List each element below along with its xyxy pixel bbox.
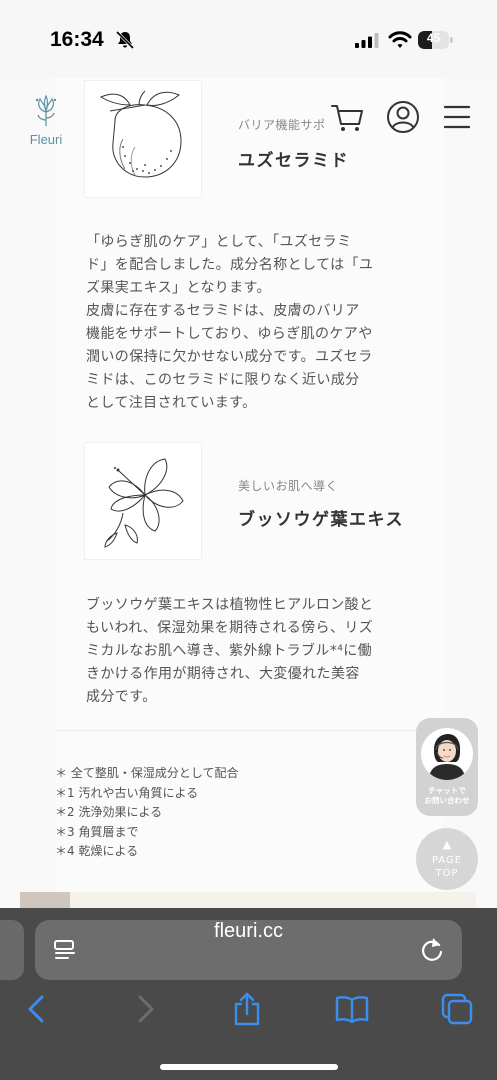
page-top-line2: TOP xyxy=(435,868,459,879)
address-bar[interactable]: fleuri.cc xyxy=(35,920,462,980)
flower-logo-icon xyxy=(35,94,57,126)
text-line: 皮膚に存在するセラミドは、皮膚のバリア xyxy=(86,303,360,319)
ingredient-description: ブッソウゲ葉エキスは植物性ヒアルロン酸と もいわれ、保湿効果を期待される傍ら、リ… xyxy=(86,594,416,709)
divider xyxy=(55,730,442,731)
wifi-icon xyxy=(388,31,412,48)
ingredient-sub: 美しいお肌へ導く xyxy=(238,479,339,493)
menu-icon[interactable] xyxy=(443,104,471,130)
tabs-icon[interactable] xyxy=(440,992,474,1026)
bookmarks-icon[interactable] xyxy=(335,992,369,1026)
logo-text: Fleuri xyxy=(29,132,63,147)
footnote: ＊ 全て整肌・保湿成分として配合 xyxy=(55,766,239,780)
ingredient-sub: バリア機能サポ xyxy=(238,118,326,132)
yuzu-icon xyxy=(99,90,182,178)
cart-icon[interactable] xyxy=(330,102,364,134)
text-line: 成分です。 xyxy=(86,689,157,705)
user-icon[interactable] xyxy=(386,100,420,134)
text-line: ミカルなお肌へ導き、紫外線トラブル*⁴に働 xyxy=(86,643,373,659)
text-line: 機能をサポートしており、ゆらぎ肌のケアや xyxy=(86,326,373,342)
ingredient-title: ブッソウゲ葉エキス xyxy=(238,510,404,530)
banner-strip xyxy=(20,892,476,908)
up-arrow-icon: ▲ xyxy=(442,838,452,851)
chat-label-2: お問い合わせ xyxy=(424,796,470,805)
hibiscus-icon xyxy=(104,458,184,548)
page-top-button[interactable]: ▲ PAGE TOP xyxy=(416,828,478,890)
site-logo[interactable]: Fleuri xyxy=(22,94,70,154)
forward-icon[interactable] xyxy=(128,992,162,1026)
url-text[interactable]: fleuri.cc xyxy=(35,920,462,980)
chat-button[interactable]: チャットで お問い合わせ xyxy=(416,718,478,816)
status-time: 16:34 xyxy=(50,28,104,51)
text-line: ミドは、このセラミドに限りなく近い成分 xyxy=(86,372,360,388)
footnote: ＊4 乾燥による xyxy=(55,844,139,858)
text-line: ブッソウゲ葉エキスは植物性ヒアルロン酸と xyxy=(86,597,374,613)
footnotes: ＊ 全て整肌・保湿成分として配合 ＊1 汚れや古い角質による ＊2 洗浄効果によ… xyxy=(55,764,238,862)
text-line: として注目されています。 xyxy=(86,395,257,411)
yuzu-illustration xyxy=(84,80,202,198)
ingredient-description: 「ゆらぎ肌のケア」として、「ユズセラミ ド」を配合しました。成分名称としては「ユ… xyxy=(86,231,416,415)
footnote: ＊2 洗浄効果による xyxy=(55,805,163,819)
browser-toolbar: fleuri.cc xyxy=(0,908,497,1080)
operator-avatar xyxy=(421,728,473,780)
back-icon[interactable] xyxy=(20,992,54,1026)
ingredient-title: ユズセラミド xyxy=(238,151,349,171)
text-line: 潤いの保持に欠かせない成分です。ユズセラ xyxy=(86,349,373,365)
footnote: ＊1 汚れや古い角質による xyxy=(55,785,199,800)
share-icon[interactable] xyxy=(230,992,264,1026)
page-top-line1: PAGE xyxy=(431,855,463,866)
text-line: 「ゆらぎ肌のケア」として、「ユズセラミ xyxy=(86,234,352,250)
reload-icon[interactable] xyxy=(419,936,445,964)
text-line: ド」を配合しました。成分名称としては「ユ xyxy=(86,257,374,273)
text-line: もいわれ、保湿効果を期待される傍ら、リズ xyxy=(86,620,374,636)
previous-tab-edge[interactable] xyxy=(0,920,24,980)
text-line: きかける作用が期待され、大変優れた美容 xyxy=(86,666,360,682)
web-page: Fleuri バリア機能サポ ユズセラミド 「ゆらぎ肌のケア」として、「ユズセラ… xyxy=(0,78,497,908)
status-bar: 16:34 45 xyxy=(0,0,497,78)
battery-icon: 45 xyxy=(418,31,454,49)
bell-slash-icon xyxy=(115,30,135,50)
page-top-label: PAGE TOP xyxy=(416,854,478,880)
hibiscus-illustration xyxy=(84,442,202,560)
footnote: ＊3 角質層まで xyxy=(55,824,139,839)
battery-level: 45 xyxy=(426,31,441,45)
text-line: ズ果実エキス」となります。 xyxy=(86,280,271,296)
chat-label-1: チャットで xyxy=(428,786,466,795)
signal-icon xyxy=(355,33,379,48)
home-indicator xyxy=(160,1064,338,1070)
